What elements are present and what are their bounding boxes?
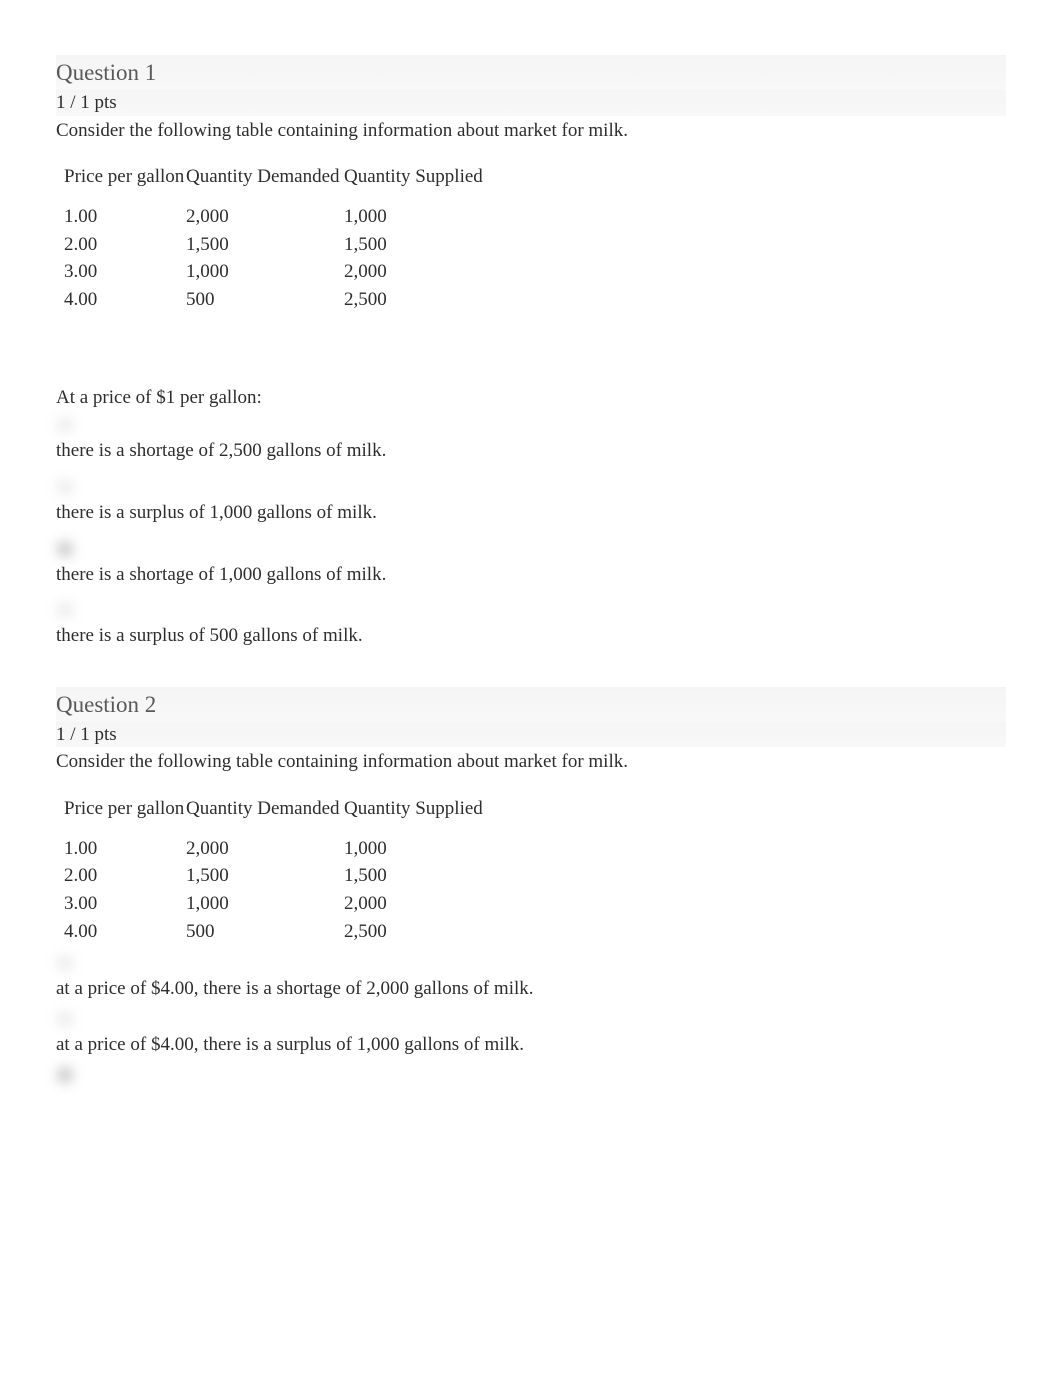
radio-hidden-icon bbox=[58, 1012, 72, 1026]
question-prompt: Consider the following table containing … bbox=[56, 118, 1006, 144]
table-row: 1.00 2,000 1,000 bbox=[64, 204, 484, 232]
question-points: 1 / 1 pts bbox=[56, 90, 1006, 116]
answer-option bbox=[56, 1068, 1006, 1082]
table-header-qd: Quantity Demanded bbox=[186, 797, 344, 836]
table-header-qs: Quantity Supplied bbox=[344, 165, 484, 204]
answer-option-text: at a price of $4.00, there is a surplus … bbox=[56, 1032, 1006, 1058]
milk-table-2: Price per gallon Quantity Demanded Quant… bbox=[64, 797, 484, 946]
table-row: 2.00 1,500 1,500 bbox=[64, 863, 484, 891]
milk-table-1: Price per gallon Quantity Demanded Quant… bbox=[64, 165, 484, 314]
answer-option: there is a surplus of 1,000 gallons of m… bbox=[56, 480, 1006, 526]
radio-hidden-icon bbox=[58, 1068, 72, 1082]
answer-option: at a price of $4.00, there is a surplus … bbox=[56, 1012, 1006, 1058]
table-row: 3.00 1,000 2,000 bbox=[64, 259, 484, 287]
radio-hidden-icon bbox=[58, 542, 72, 556]
answer-option: at a price of $4.00, there is a shortage… bbox=[56, 956, 1006, 1002]
answer-option-text: there is a surplus of 1,000 gallons of m… bbox=[56, 500, 1006, 526]
table-row: 2.00 1,500 1,500 bbox=[64, 232, 484, 260]
question-1: Question 1 1 / 1 pts Consider the follow… bbox=[56, 55, 1006, 649]
table-header-price: Price per gallon bbox=[64, 797, 186, 836]
question-title: Question 1 bbox=[56, 57, 1006, 88]
radio-hidden-icon bbox=[58, 480, 72, 494]
question-2: Question 2 1 / 1 pts Consider the follow… bbox=[56, 687, 1006, 1082]
table-row: 4.00 500 2,500 bbox=[64, 287, 484, 315]
answer-option-text: there is a shortage of 1,000 gallons of … bbox=[56, 562, 1006, 588]
table-row: 3.00 1,000 2,000 bbox=[64, 891, 484, 919]
question-prompt: Consider the following table containing … bbox=[56, 749, 1006, 775]
radio-hidden-icon bbox=[58, 956, 72, 970]
table-header-price: Price per gallon bbox=[64, 165, 186, 204]
question-header: Question 2 bbox=[56, 687, 1006, 722]
answer-option: there is a surplus of 500 gallons of mil… bbox=[56, 603, 1006, 649]
question-sub-prompt: At a price of $1 per gallon: bbox=[56, 385, 1006, 411]
table-header-qs: Quantity Supplied bbox=[344, 797, 484, 836]
question-points: 1 / 1 pts bbox=[56, 722, 1006, 748]
radio-hidden-icon bbox=[58, 603, 72, 617]
radio-hidden-icon bbox=[58, 418, 72, 432]
table-header-qd: Quantity Demanded bbox=[186, 165, 344, 204]
answer-option-text: there is a surplus of 500 gallons of mil… bbox=[56, 623, 1006, 649]
answer-option: there is a shortage of 1,000 gallons of … bbox=[56, 542, 1006, 588]
table-row: 4.00 500 2,500 bbox=[64, 919, 484, 947]
answer-option-text: there is a shortage of 2,500 gallons of … bbox=[56, 438, 1006, 464]
question-header: Question 1 bbox=[56, 55, 1006, 90]
answer-option-text: at a price of $4.00, there is a shortage… bbox=[56, 976, 1006, 1002]
table-row: 1.00 2,000 1,000 bbox=[64, 836, 484, 864]
question-title: Question 2 bbox=[56, 689, 1006, 720]
answer-option: there is a shortage of 2,500 gallons of … bbox=[56, 418, 1006, 464]
